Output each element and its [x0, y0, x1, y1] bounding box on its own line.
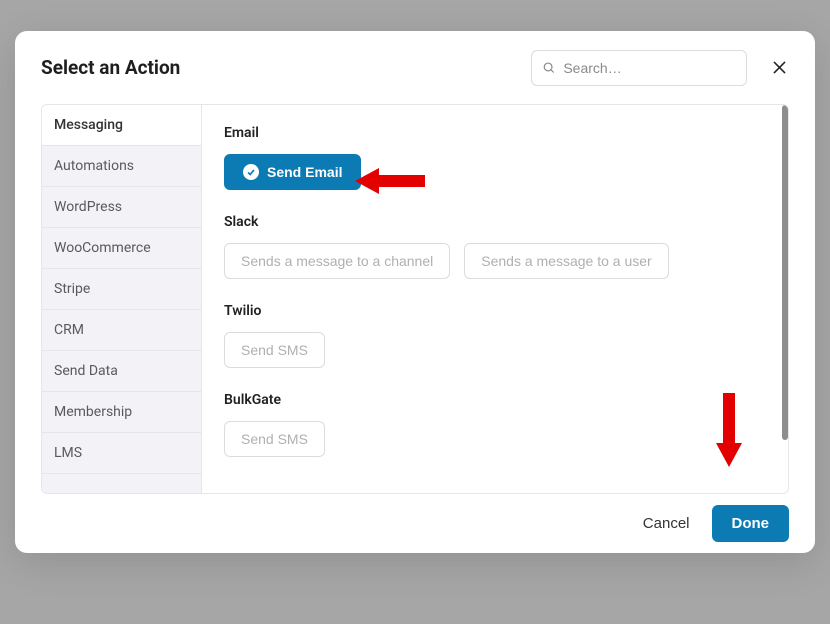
sidebar-item-label: CRM: [54, 322, 84, 338]
sidebar-item-stripe[interactable]: Stripe: [42, 269, 201, 310]
action-slack-user[interactable]: Sends a message to a user: [464, 243, 668, 279]
check-icon: [243, 164, 259, 180]
modal-body: Messaging Automations WordPress WooComme…: [41, 104, 789, 494]
section-heading: Twilio: [224, 303, 766, 319]
action-label: Sends a message to a user: [481, 253, 651, 269]
button-label: Done: [732, 515, 770, 532]
action-row: Send SMS: [224, 421, 766, 457]
sidebar-item-wordpress[interactable]: WordPress: [42, 187, 201, 228]
close-button[interactable]: [767, 56, 791, 80]
search-input[interactable]: [563, 60, 736, 76]
scrollbar[interactable]: [781, 105, 788, 493]
action-row: Send SMS: [224, 332, 766, 368]
section-heading: Email: [224, 125, 766, 141]
sidebar-item-label: Automations: [54, 158, 134, 174]
sidebar-item-membership[interactable]: Membership: [42, 392, 201, 433]
action-row: Send Email: [224, 154, 766, 190]
sidebar: Messaging Automations WordPress WooComme…: [42, 105, 202, 493]
sidebar-item-label: WooCommerce: [54, 240, 151, 256]
section-email: Email Send Email: [224, 125, 766, 190]
section-twilio: Twilio Send SMS: [224, 303, 766, 368]
sidebar-item-label: Membership: [54, 404, 132, 420]
action-label: Sends a message to a channel: [241, 253, 433, 269]
sidebar-item-label: Send Data: [54, 363, 118, 379]
action-label: Send SMS: [241, 431, 308, 447]
sidebar-item-lms[interactable]: LMS: [42, 433, 201, 474]
scrollbar-thumb[interactable]: [782, 105, 788, 440]
content-panel: Email Send Email Slack Sends a message t…: [202, 105, 788, 493]
action-slack-channel[interactable]: Sends a message to a channel: [224, 243, 450, 279]
section-heading: Slack: [224, 214, 766, 230]
modal-footer: Cancel Done: [15, 494, 815, 553]
search-box[interactable]: [531, 50, 747, 86]
section-heading: BulkGate: [224, 392, 766, 408]
search-icon: [542, 60, 555, 75]
action-row: Sends a message to a channel Sends a mes…: [224, 243, 766, 279]
action-bulkgate-sms[interactable]: Send SMS: [224, 421, 325, 457]
sidebar-item-send-data[interactable]: Send Data: [42, 351, 201, 392]
close-icon: [770, 58, 789, 77]
sidebar-item-label: LMS: [54, 445, 82, 461]
modal-title: Select an Action: [41, 56, 180, 79]
action-twilio-sms[interactable]: Send SMS: [224, 332, 325, 368]
sidebar-item-crm[interactable]: CRM: [42, 310, 201, 351]
sidebar-item-label: WordPress: [54, 199, 122, 215]
section-bulkgate: BulkGate Send SMS: [224, 392, 766, 457]
sidebar-item-woocommerce[interactable]: WooCommerce: [42, 228, 201, 269]
select-action-modal: Select an Action Messaging Automations W…: [15, 31, 815, 553]
header-right: [531, 50, 791, 86]
sidebar-item-label: Stripe: [54, 281, 90, 297]
action-send-email[interactable]: Send Email: [224, 154, 361, 190]
sidebar-item-messaging[interactable]: Messaging: [42, 105, 201, 146]
sidebar-item-label: Messaging: [54, 117, 123, 133]
sidebar-item-automations[interactable]: Automations: [42, 146, 201, 187]
cancel-button[interactable]: Cancel: [627, 505, 706, 542]
button-label: Cancel: [643, 515, 690, 532]
action-label: Send Email: [267, 164, 342, 180]
modal-header: Select an Action: [15, 31, 815, 104]
section-slack: Slack Sends a message to a channel Sends…: [224, 214, 766, 279]
action-label: Send SMS: [241, 342, 308, 358]
done-button[interactable]: Done: [712, 505, 790, 542]
